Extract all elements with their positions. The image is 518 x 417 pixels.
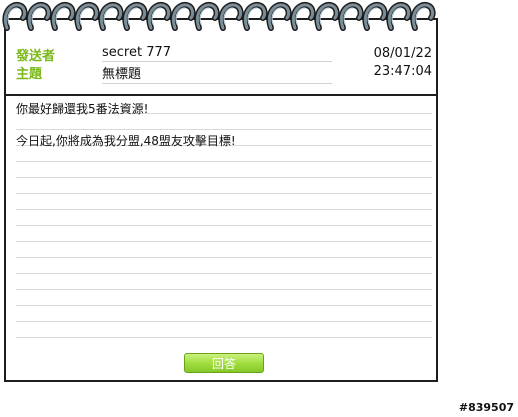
message-date: 08/01/22: [373, 46, 432, 61]
subject-value: 無標題: [102, 63, 332, 84]
spiral-binding-icon: [0, 0, 445, 36]
sender-value: secret 777: [102, 45, 332, 62]
report-id-tag: #839507: [458, 401, 514, 414]
message-line-3: 今日起,你將成為我分盟,48盟友攻擊目標!: [16, 134, 236, 148]
message-line-1: 你最好歸還我5番法資源!: [16, 102, 149, 116]
message-header: 發送者 secret 777 主題 無標題 08/01/22 23:47:04: [6, 32, 436, 96]
sender-label: 發送者: [16, 49, 56, 64]
message-notepad: 發送者 secret 777 主題 無標題 08/01/22 23:47:04 …: [4, 18, 438, 382]
subject-label: 主題: [16, 67, 43, 82]
reply-button[interactable]: 回答: [184, 353, 264, 373]
message-time: 23:47:04: [373, 64, 432, 79]
message-body: 你最好歸還我5番法資源! 今日起,你將成為我分盟,48盟友攻擊目標!: [16, 98, 432, 348]
